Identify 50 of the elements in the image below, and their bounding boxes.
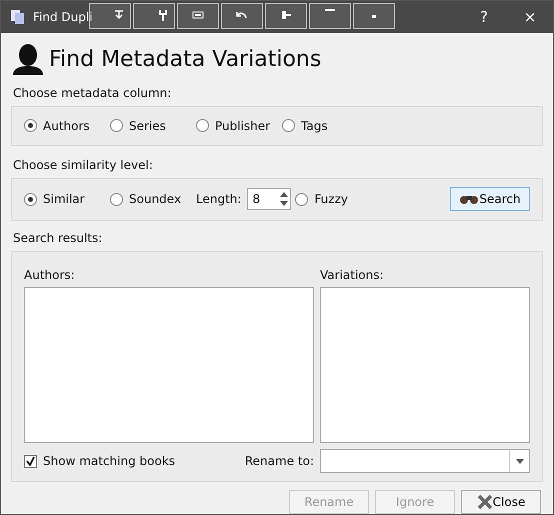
- field-label: Length:: [196, 191, 242, 208]
- download-icon: [112, 9, 126, 21]
- length-spinbox[interactable]: 8: [247, 188, 292, 210]
- window-icon: [191, 9, 205, 21]
- toolbar-button[interactable]: [177, 3, 219, 29]
- toolbar-button[interactable]: [133, 3, 175, 29]
- radio-button[interactable]: [110, 119, 123, 132]
- binoculars-icon: [459, 193, 480, 206]
- section-label: Search results:: [13, 230, 104, 247]
- rename-combobox[interactable]: [320, 449, 530, 473]
- minimize-icon: [325, 9, 335, 11]
- close-x-icon: [476, 494, 493, 510]
- spin-arrows-icon: [278, 190, 290, 208]
- toolbar-button[interactable]: [309, 3, 351, 29]
- toolbar-button[interactable]: [265, 3, 307, 29]
- undo-icon: [235, 9, 249, 21]
- section-label: Choose metadata column:: [13, 85, 172, 102]
- radio-label: Authors: [43, 118, 90, 135]
- list-label: Variations:: [320, 267, 385, 284]
- radio-button[interactable]: [110, 192, 123, 206]
- checkbox[interactable]: [24, 454, 37, 468]
- radio-button[interactable]: [295, 192, 308, 206]
- help-button[interactable]: ?: [461, 1, 507, 33]
- variations-list[interactable]: [320, 287, 530, 443]
- toolbar-button[interactable]: [221, 3, 263, 29]
- dropdown-arrow-icon: [516, 458, 524, 464]
- toolbar-button[interactable]: [353, 3, 395, 29]
- radio-label: Publisher: [215, 118, 270, 135]
- list-label: Authors:: [24, 267, 76, 284]
- radio-button[interactable]: [196, 119, 209, 132]
- person-icon: [13, 44, 43, 76]
- wrench-icon: [156, 9, 170, 21]
- checkmark-icon: [26, 456, 35, 466]
- app-icon: [11, 9, 25, 25]
- dialog-heading: Find Metadata Variations: [49, 46, 322, 74]
- section-label: Choose similarity level:: [13, 156, 154, 174]
- radio-label: Soundex: [129, 191, 182, 208]
- field-label: Rename to:: [244, 453, 314, 470]
- checkbox-label: Show matching books: [43, 453, 176, 470]
- radio-label: Series: [129, 118, 166, 135]
- radio-button[interactable]: [282, 119, 295, 132]
- plug-icon: [279, 9, 293, 21]
- close-button[interactable]: ×: [507, 1, 553, 33]
- radio-label: Tags: [301, 118, 328, 135]
- radio-button[interactable]: [24, 192, 37, 206]
- close-button[interactable]: Close: [461, 490, 541, 514]
- radio-label: Similar: [43, 191, 85, 208]
- search-button[interactable]: Search: [450, 187, 530, 212]
- radio-button[interactable]: [24, 119, 37, 132]
- radio-label: Fuzzy: [314, 191, 348, 208]
